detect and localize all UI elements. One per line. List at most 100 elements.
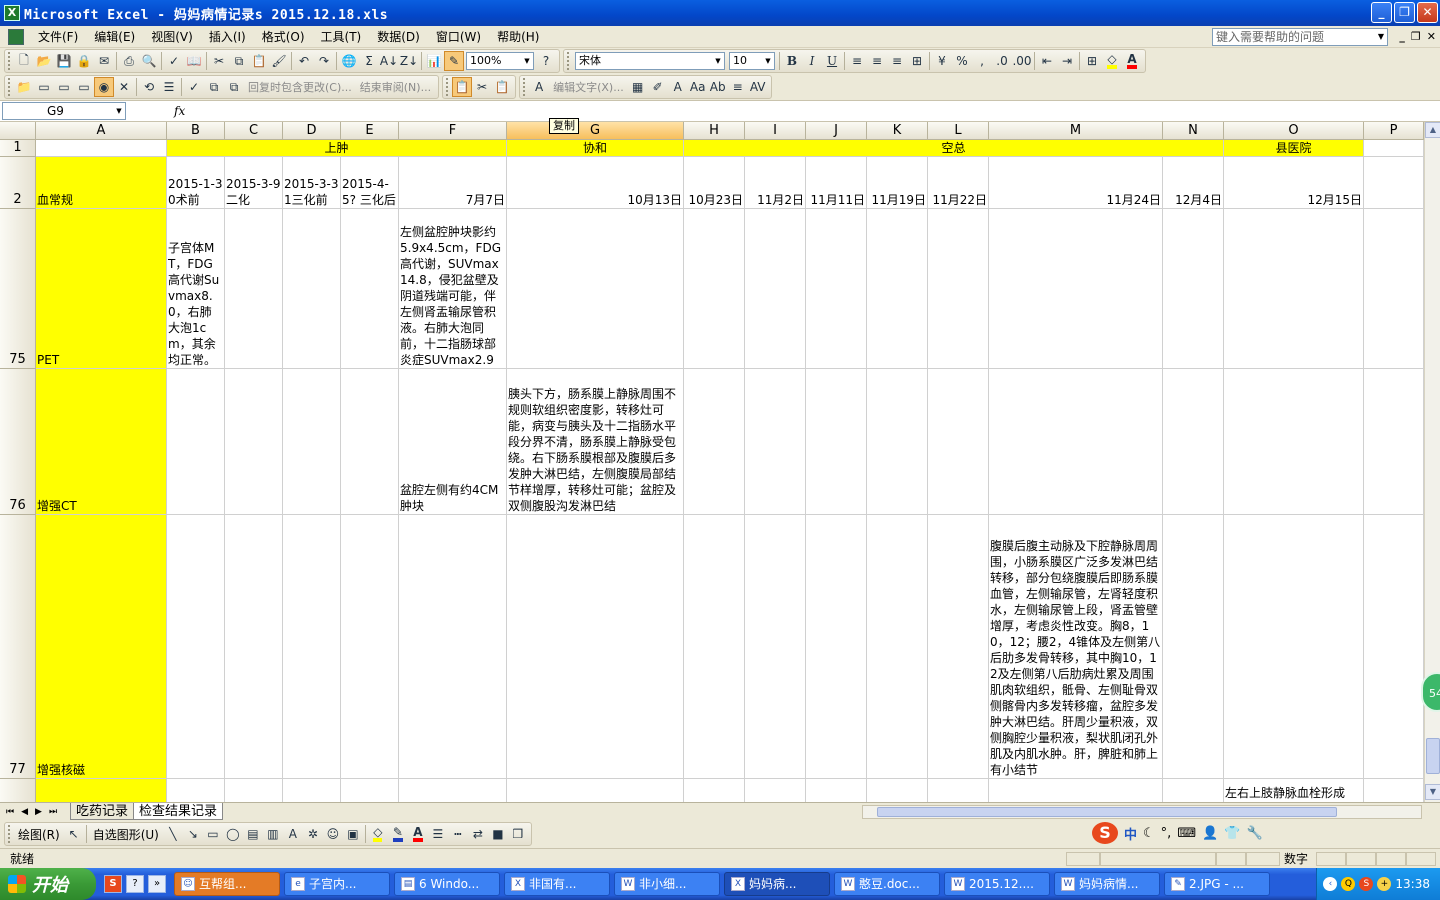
delete-comment-icon[interactable]: ✕ [114,77,134,97]
cell-b1-shangzhong[interactable]: 上肿 [167,140,507,157]
copy-icon[interactable]: ⧉ [229,51,249,71]
paste-icon[interactable]: 📋 [492,77,512,97]
borders-icon[interactable]: ⊞ [1082,51,1102,71]
cell-i78[interactable] [745,779,806,802]
cell-b77[interactable] [167,515,225,779]
cell-i77[interactable] [745,515,806,779]
network-icon[interactable]: + [1377,877,1392,891]
cell-j76[interactable] [806,369,867,515]
cell-j77[interactable] [806,515,867,779]
cell-l75[interactable] [928,209,989,369]
cell-g75[interactable] [507,209,684,369]
cell-p77[interactable] [1364,515,1424,779]
vertical-textbox-icon[interactable]: ▥ [263,824,283,844]
align-left-icon[interactable]: ≡ [847,51,867,71]
cell-e77[interactable] [341,515,399,779]
cell-a1[interactable] [36,140,167,157]
menu-tools[interactable]: 工具(T) [313,27,370,47]
cell-l78[interactable] [928,779,989,802]
cell-p2[interactable] [1364,157,1424,209]
textbox-icon[interactable]: ▤ [243,824,263,844]
menu-window[interactable]: 窗口(W) [428,27,489,47]
comment-icon[interactable]: ▭ [34,77,54,97]
cell-n75[interactable] [1163,209,1224,369]
hyperlink-icon[interactable]: 🌐 [339,51,359,71]
cell-f77[interactable] [399,515,507,779]
wordart-alignment-icon[interactable]: ≡ [728,77,748,97]
help-icon[interactable]: ? [126,875,144,893]
cell-h75[interactable] [684,209,745,369]
minimize-button[interactable]: _ [1371,2,1392,23]
cell-d78[interactable] [283,779,341,802]
chevron-down-icon[interactable]: ▼ [762,53,774,69]
cell-j78[interactable] [806,779,867,802]
zoom-select[interactable]: 100% ▼ [466,52,534,70]
cell-b2[interactable]: 2015-1-30术前 [167,157,225,209]
italic-button[interactable]: I [802,51,822,71]
cell-p1[interactable] [1364,140,1424,157]
taskbar-item-2015-12[interactable]: W 2015.12.... [944,872,1050,896]
insert-wordart-icon[interactable]: A [283,824,303,844]
cell-a78[interactable] [36,779,167,802]
row-header-78[interactable] [0,779,36,802]
redo-icon[interactable]: ↷ [314,51,334,71]
undo-icon[interactable]: ↶ [294,51,314,71]
cell-h2[interactable]: 10月23日 [684,157,745,209]
cell-j75[interactable] [806,209,867,369]
permission-icon[interactable]: 🔒 [74,51,94,71]
merge-icon[interactable]: ⧉ [224,77,244,97]
menu-view[interactable]: 视图(V) [143,27,201,47]
cell-l77[interactable] [928,515,989,779]
cell-m75[interactable] [989,209,1163,369]
wordart-shape-icon[interactable]: A [668,77,688,97]
cut-icon[interactable]: ✂ [209,51,229,71]
cell-d76[interactable] [283,369,341,515]
ime-user-icon[interactable]: 👤 [1202,826,1218,841]
cell-l76[interactable] [928,369,989,515]
select-all-corner[interactable] [0,122,36,140]
cell-i2[interactable]: 11月2日 [745,157,806,209]
floating-assistant-badge[interactable]: 54 [1421,672,1440,712]
oval-icon[interactable]: ◯ [223,824,243,844]
column-header-n[interactable]: N [1163,122,1224,140]
draw-menu-button[interactable]: 绘图(R) [14,826,64,843]
merge-center-icon[interactable]: ⊞ [907,51,927,71]
column-header-b[interactable]: B [167,122,225,140]
cell-c2[interactable]: 2015-3-9二化 [225,157,283,209]
row-header-77[interactable]: 77 [0,515,36,779]
cell-a75[interactable]: PET [36,209,167,369]
cell-c77[interactable] [225,515,283,779]
wordart-gallery-icon[interactable]: ▦ [628,77,648,97]
taskbar-item-mamabing-excel[interactable]: X 妈妈病... [724,872,830,896]
compare-icon[interactable]: ⧉ [204,77,224,97]
cell-f2[interactable]: 7月7日 [399,157,507,209]
cell-p76[interactable] [1364,369,1424,515]
line-icon[interactable]: ╲ [163,824,183,844]
autosum-icon[interactable]: Σ [359,51,379,71]
font-color-icon[interactable]: A [408,824,428,844]
fx-icon[interactable]: fx [174,104,185,118]
comma-style-icon[interactable]: , [972,51,992,71]
cell-m78[interactable] [989,779,1163,802]
print-preview-icon[interactable]: 🔍 [139,51,159,71]
picture-icon[interactable]: ▣ [343,824,363,844]
clipart-icon[interactable]: ☺ [323,824,343,844]
align-center-icon[interactable]: ≡ [867,51,887,71]
column-header-g[interactable]: G [507,122,684,140]
cell-b78[interactable] [167,779,225,802]
taskbar-item-zigongnei[interactable]: e 子宫内... [284,872,390,896]
taskbar-item-mamabingqing[interactable]: W 妈妈病情... [1054,872,1160,896]
scroll-up-icon[interactable]: ▲ [1425,122,1440,138]
close-button[interactable]: ✕ [1417,2,1438,23]
fill-color-icon[interactable]: ◇ [368,824,388,844]
wordart-icon[interactable]: A [529,77,549,97]
folder-icon[interactable]: 📁 [14,77,34,97]
clipboard-icon[interactable]: 📋 [452,77,473,97]
line-style-icon[interactable]: ☰ [428,824,448,844]
cell-o2[interactable]: 12月15日 [1224,157,1364,209]
ime-tools-icon[interactable]: 🔧 [1246,826,1262,841]
cell-p78[interactable] [1364,779,1424,802]
increase-indent-icon[interactable]: ⇥ [1057,51,1077,71]
menu-data[interactable]: 数据(D) [369,27,428,47]
cell-a76[interactable]: 增强CT [36,369,167,515]
